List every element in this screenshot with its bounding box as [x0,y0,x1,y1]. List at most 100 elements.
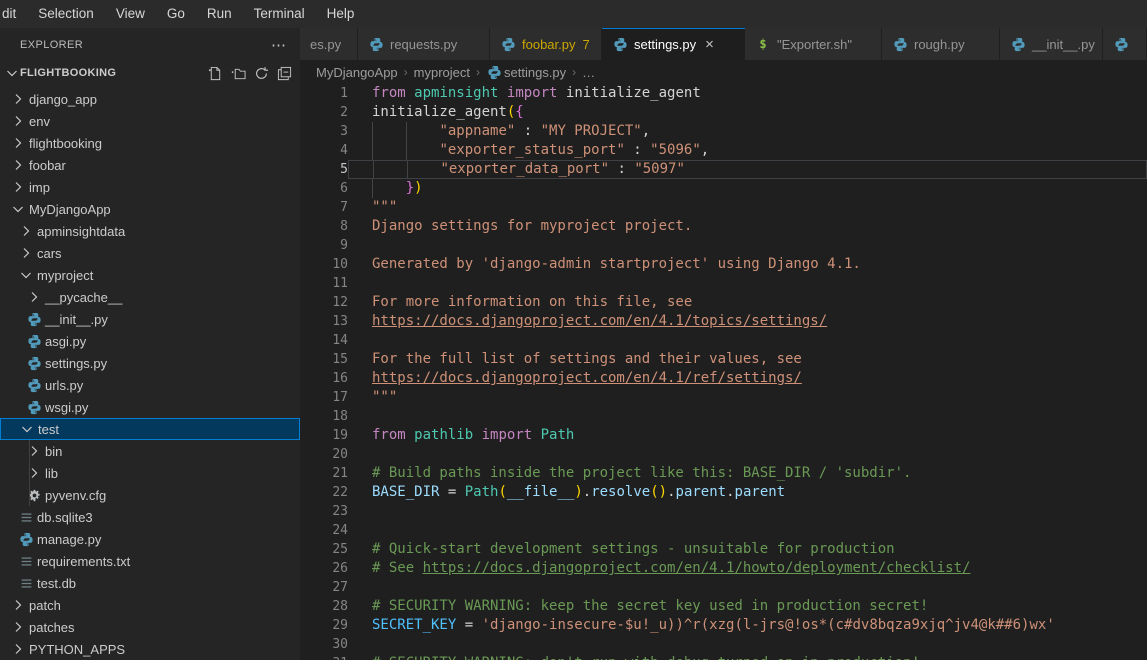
code-line[interactable] [348,521,1147,540]
code-line[interactable] [348,407,1147,426]
tree-item-db-sqlite3[interactable]: db.sqlite3 [0,506,300,528]
menu-item-run[interactable]: Run [196,0,243,28]
tree-item-wsgi-py[interactable]: wsgi.py [0,396,300,418]
project-section-title: FLIGHTBOOKING [20,67,207,79]
breadcrumb-item-settings-py[interactable]: settings.py [486,64,566,80]
tree-item-requirements-txt[interactable]: requirements.txt [0,550,300,572]
code-line[interactable]: https://docs.djangoproject.com/en/4.1/to… [348,312,1147,331]
code-row: 13https://docs.djangoproject.com/en/4.1/… [300,312,1147,331]
code-line[interactable]: Django settings for myproject project. [348,217,1147,236]
code-line[interactable]: # SECURITY WARNING: keep the secret key … [348,597,1147,616]
more-actions-icon[interactable]: ⋯ [271,36,286,54]
code-editor[interactable]: 1from apminsight import initialize_agent… [300,84,1147,660]
refresh-icon[interactable] [253,65,269,81]
tree-item-patches[interactable]: patches [0,616,300,638]
tree-item-label: test.db [37,576,76,591]
code-token: "exporter_data_port" [440,161,609,177]
project-section-header[interactable]: FLIGHTBOOKING [0,61,300,85]
code-line[interactable]: """ [348,198,1147,217]
code-line[interactable] [348,502,1147,521]
tree-item-pyvenv-cfg[interactable]: pyvenv.cfg [0,484,300,506]
tab-init-py[interactable]: __init__.py [1000,28,1103,60]
code-line[interactable]: initialize_agent({ [348,103,1147,122]
tree-item-apminsightdata[interactable]: apminsightdata [0,220,300,242]
code-line[interactable]: SECRET_KEY = 'django-insecure-$u!_u))^r(… [348,616,1147,635]
code-line[interactable]: """ [348,388,1147,407]
tab-es-py[interactable]: es.py [300,28,358,60]
code-line[interactable]: "exporter_data_port" : "5097" [348,160,1147,179]
menu-item-view[interactable]: View [105,0,156,28]
tree-item-test-db[interactable]: test.db [0,572,300,594]
tree-item-settings-py[interactable]: settings.py [0,352,300,374]
collapse-all-icon[interactable] [276,65,292,81]
code-line[interactable]: BASE_DIR = Path(__file__).resolve().pare… [348,483,1147,502]
tree-item-label: settings.py [45,356,107,371]
tree-item-foobar[interactable]: foobar [0,154,300,176]
tree-item-test[interactable]: test [0,418,300,440]
tree-item-cars[interactable]: cars [0,242,300,264]
tree-item-lib[interactable]: lib [0,462,300,484]
code-line[interactable]: For the full list of settings and their … [348,350,1147,369]
new-file-icon[interactable] [207,65,223,81]
code-line[interactable] [348,236,1147,255]
code-line[interactable] [348,445,1147,464]
tree-item-init-py[interactable]: __init__.py [0,308,300,330]
chevron-down-icon [18,267,34,283]
tree-item-asgi-py[interactable]: asgi.py [0,330,300,352]
breadcrumb-item-item[interactable]: … [582,65,595,80]
tree-item-bin[interactable]: bin [0,440,300,462]
tree-item-django-app[interactable]: django_app [0,88,300,110]
code-line[interactable]: # SECURITY WARNING: don't run with debug… [348,654,1147,660]
code-line[interactable]: https://docs.djangoproject.com/en/4.1/re… [348,369,1147,388]
code-line[interactable] [348,331,1147,350]
code-line[interactable]: from pathlib import Path [348,426,1147,445]
tree-item-manage-py[interactable]: manage.py [0,528,300,550]
code-line[interactable]: }) [348,179,1147,198]
tab-badge: 7 [583,37,590,52]
tab-label: requests.py [390,37,457,52]
code-line[interactable]: "appname" : "MY PROJECT", [348,122,1147,141]
tree-item-pycache[interactable]: __pycache__ [0,286,300,308]
menu-item-selection[interactable]: Selection [27,0,105,28]
tree-item-label: manage.py [37,532,101,547]
tab-requests-py[interactable]: requests.py [358,28,490,60]
tree-item-patch[interactable]: patch [0,594,300,616]
code-line[interactable] [348,274,1147,293]
editor-group: es.pyrequests.pyfoobar.py7settings.py×$"… [300,28,1147,660]
tab-settings-py[interactable]: settings.py× [602,28,745,60]
tree-item-flightbooking[interactable]: flightbooking [0,132,300,154]
code-line[interactable]: # Quick-start development settings - uns… [348,540,1147,559]
tab-exporter-sh[interactable]: $"Exporter.sh" [745,28,882,60]
tree-item-imp[interactable]: imp [0,176,300,198]
menu-item-help[interactable]: Help [316,0,366,28]
tab-partial[interactable] [1103,28,1147,60]
new-folder-icon[interactable] [230,65,246,81]
tree-item-myproject[interactable]: myproject [0,264,300,286]
tree-item-urls-py[interactable]: urls.py [0,374,300,396]
python-icon [26,399,42,415]
code-line[interactable]: "exporter_status_port" : "5096", [348,141,1147,160]
menu-item-dit[interactable]: dit [0,0,27,28]
breadcrumb-item-mydjangoapp[interactable]: MyDjangoApp [316,65,398,80]
close-icon[interactable]: × [705,37,714,52]
breadcrumb-label: MyDjangoApp [316,65,398,80]
code-line[interactable]: # Build paths inside the project like th… [348,464,1147,483]
code-line[interactable]: Generated by 'django-admin startproject'… [348,255,1147,274]
menu-item-go[interactable]: Go [156,0,196,28]
tab-rough-py[interactable]: rough.py [882,28,1000,60]
menu-item-terminal[interactable]: Terminal [243,0,316,28]
code-line[interactable] [348,578,1147,597]
code-token: # Build paths inside the project like th… [372,465,911,481]
code-token: : [515,123,540,139]
tree-item-env[interactable]: env [0,110,300,132]
tree-item-mydjangoapp[interactable]: MyDjangoApp [0,198,300,220]
tree-item-python-apps[interactable]: PYTHON_APPS [0,638,300,660]
breadcrumb-item-myproject[interactable]: myproject [414,65,470,80]
code-line[interactable]: For more information on this file, see [348,293,1147,312]
tab-foobar-py[interactable]: foobar.py7 [490,28,602,60]
line-number: 19 [300,426,348,445]
code-token: """ [372,389,397,405]
code-line[interactable]: # See https://docs.djangoproject.com/en/… [348,559,1147,578]
code-line[interactable] [348,635,1147,654]
code-line[interactable]: from apminsight import initialize_agent [348,84,1147,103]
